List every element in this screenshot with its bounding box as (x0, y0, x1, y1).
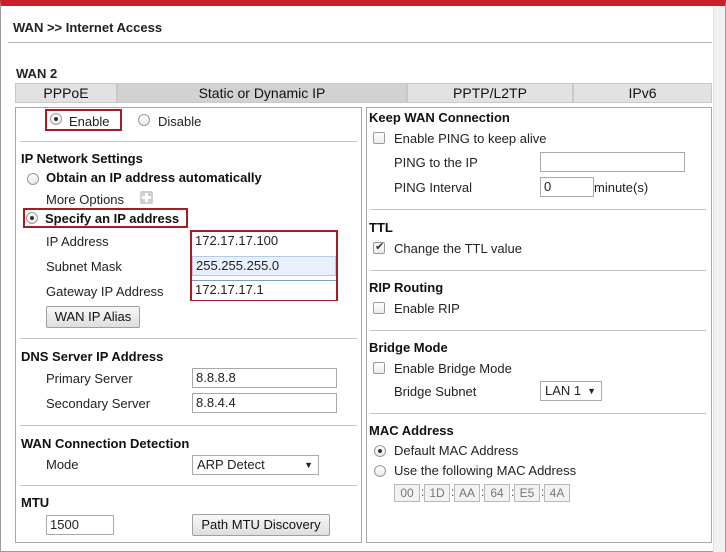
enable-bridge-label: Enable Bridge Mode (394, 361, 512, 376)
path-mtu-discovery-button[interactable]: Path MTU Discovery (192, 514, 330, 536)
tab-ipv6[interactable]: IPv6 (573, 83, 712, 103)
divider (370, 270, 706, 271)
scrollbar[interactable] (713, 6, 725, 552)
mac-octet-input[interactable]: AA (454, 484, 480, 502)
bridge-heading: Bridge Mode (369, 340, 448, 355)
enable-label: Enable (69, 114, 110, 129)
chevron-down-icon: ▼ (587, 386, 596, 396)
specify-ip-label: Specify an IP address (45, 211, 180, 226)
ping-interval-label: PING Interval (394, 180, 473, 195)
mac-octet-input[interactable]: 4A (544, 484, 570, 502)
bridge-subnet-label: Bridge Subnet (394, 384, 477, 399)
divider (370, 413, 706, 414)
tab-static-dynamic-ip[interactable]: Static or Dynamic IP (117, 83, 407, 103)
gateway-label: Gateway IP Address (46, 284, 164, 299)
disable-label: Disable (158, 114, 202, 129)
ip-address-label: IP Address (46, 234, 109, 249)
default-mac-label: Default MAC Address (394, 443, 519, 458)
mode-select-value: ARP Detect (197, 457, 265, 472)
custom-mac-radio[interactable] (374, 465, 386, 477)
tab-pptp-l2tp[interactable]: PPTP/L2TP (407, 83, 573, 103)
divider (20, 141, 357, 142)
mac-octet-input[interactable]: 64 (484, 484, 510, 502)
secondary-dns-input[interactable]: 8.8.4.4 (192, 393, 337, 413)
custom-mac-label: Use the following MAC Address (394, 463, 577, 478)
mode-label: Mode (46, 457, 79, 472)
divider (20, 338, 357, 339)
disable-radio[interactable] (138, 114, 150, 126)
primary-dns-input[interactable]: 8.8.8.8 (192, 368, 337, 388)
mtu-input[interactable]: 1500 (46, 515, 114, 535)
mode-select[interactable]: ARP Detect ▼ (192, 455, 319, 475)
default-mac-radio[interactable] (374, 445, 386, 457)
keep-wan-heading: Keep WAN Connection (369, 110, 510, 125)
ping-interval-input[interactable]: 0 (540, 177, 594, 197)
subnet-mask-label: Subnet Mask (46, 259, 122, 274)
enable-ping-checkbox[interactable] (373, 132, 385, 144)
gateway-input[interactable]: 172.17.17.1 (192, 280, 336, 300)
enable-rip-checkbox[interactable] (373, 302, 385, 314)
bridge-subnet-select[interactable]: LAN 1 ▼ (540, 381, 602, 401)
enable-rip-label: Enable RIP (394, 301, 460, 316)
dns-heading: DNS Server IP Address (21, 349, 164, 364)
connection-type-tabs: PPPoE Static or Dynamic IP PPTP/L2TP IPv… (15, 83, 712, 103)
enable-ping-label: Enable PING to keep alive (394, 131, 547, 146)
enable-bridge-checkbox[interactable] (373, 362, 385, 374)
ip-address-input[interactable]: 172.17.17.100 (192, 232, 336, 252)
ip-settings-heading: IP Network Settings (21, 151, 143, 166)
interval-unit-label: minute(s) (594, 180, 649, 195)
title-divider (8, 42, 712, 43)
primary-server-label: Primary Server (46, 371, 133, 386)
ping-ip-label: PING to the IP (394, 155, 478, 170)
specify-ip-radio[interactable] (26, 212, 38, 224)
divider (20, 485, 357, 486)
detection-heading: WAN Connection Detection (21, 436, 190, 451)
expand-plus-icon[interactable] (140, 191, 153, 204)
obtain-auto-label: Obtain an IP address automatically (46, 170, 262, 185)
chevron-down-icon: ▼ (304, 460, 313, 470)
more-options-label[interactable]: More Options (46, 192, 124, 207)
divider (20, 425, 357, 426)
change-ttl-checkbox[interactable] (373, 240, 385, 254)
mac-octet-input[interactable]: 00 (394, 484, 420, 502)
divider (370, 330, 706, 331)
change-ttl-label: Change the TTL value (394, 241, 522, 256)
wan-ip-alias-button[interactable]: WAN IP Alias (46, 306, 140, 328)
subnet-mask-input[interactable]: 255.255.255.0 (192, 256, 336, 276)
secondary-server-label: Secondary Server (46, 396, 151, 411)
mac-octet-input[interactable]: E5 (514, 484, 540, 502)
bridge-subnet-value: LAN 1 (545, 383, 582, 398)
rip-heading: RIP Routing (369, 280, 444, 295)
wan-label: WAN 2 (16, 66, 58, 81)
mac-heading: MAC Address (369, 423, 454, 438)
mac-octet-input[interactable]: 1D (424, 484, 450, 502)
ping-ip-input[interactable] (540, 152, 685, 172)
obtain-auto-radio[interactable] (27, 173, 39, 185)
mtu-heading: MTU (21, 495, 50, 510)
divider (370, 209, 706, 210)
page-title: WAN >> Internet Access (13, 20, 163, 35)
ttl-heading: TTL (369, 220, 393, 235)
enable-radio[interactable] (50, 113, 62, 125)
tab-pppoe[interactable]: PPPoE (15, 83, 117, 103)
